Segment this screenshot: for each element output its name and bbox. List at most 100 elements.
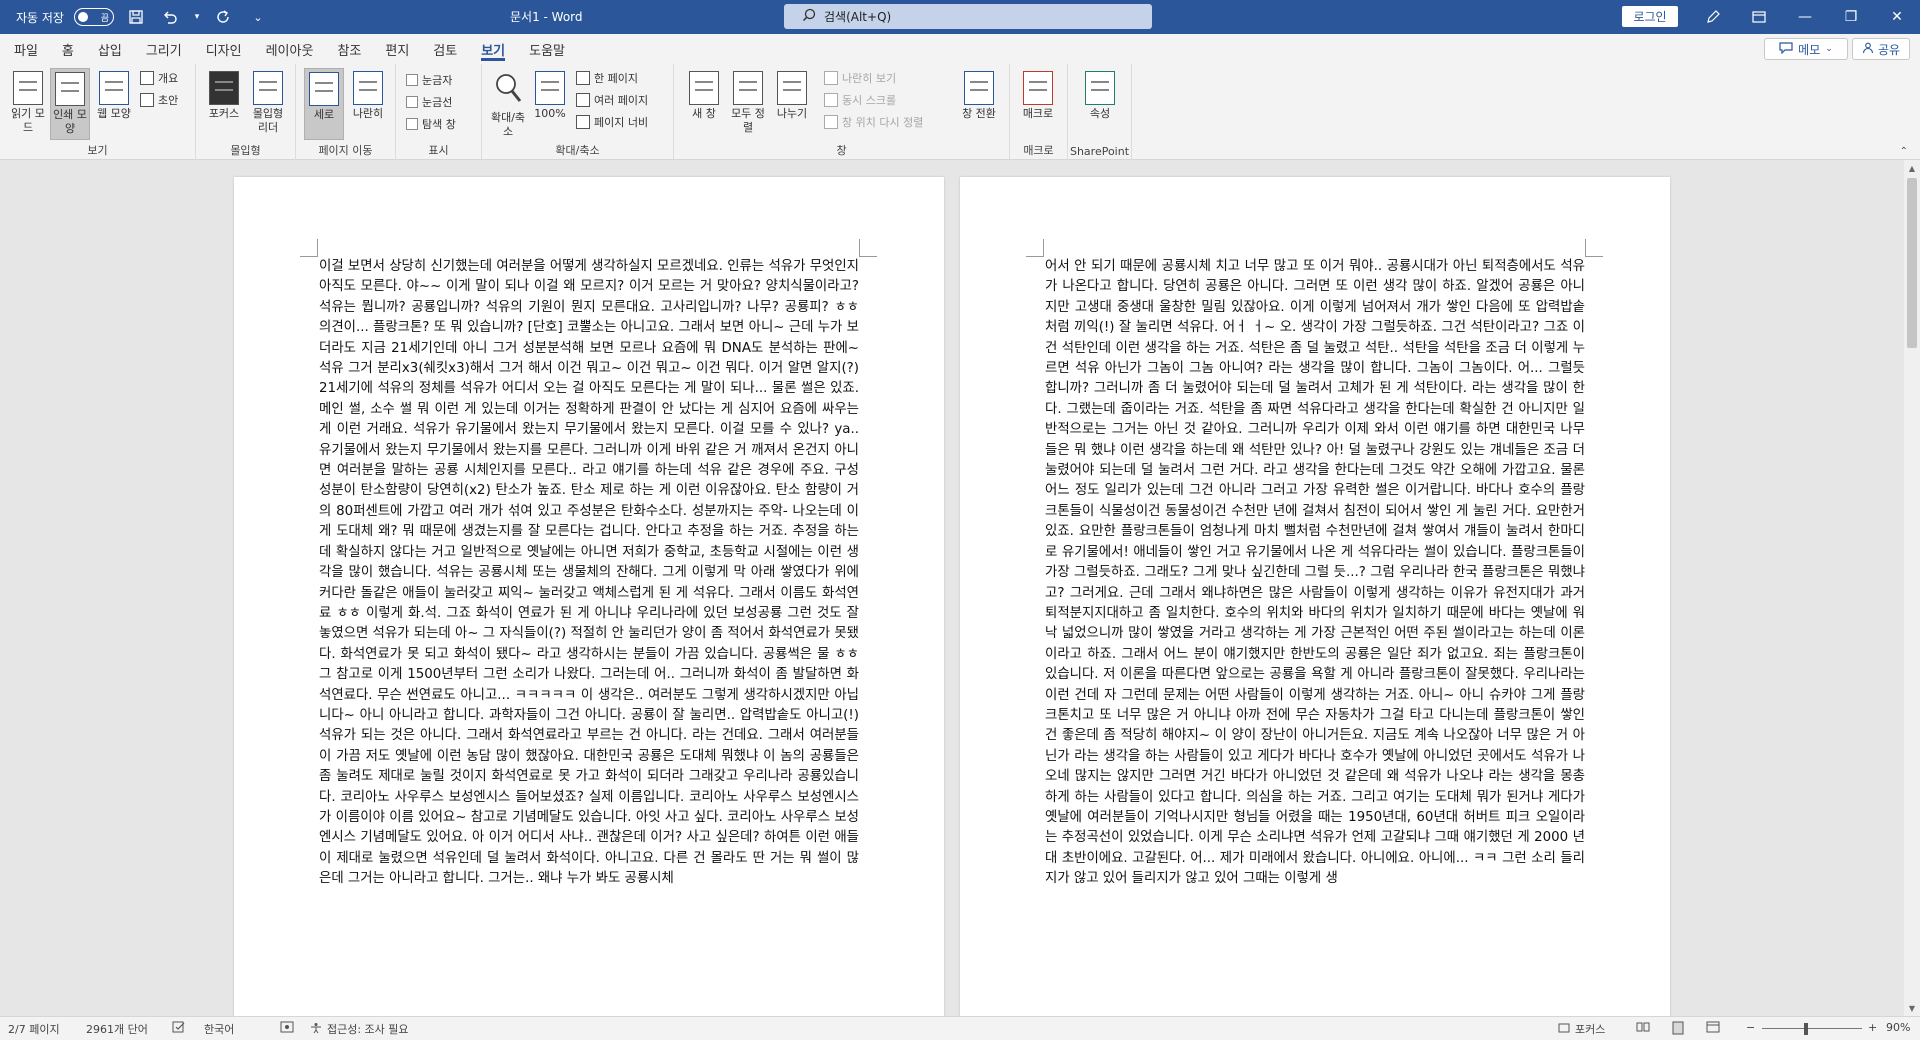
macros-button[interactable]: 매크로 xyxy=(1018,68,1058,140)
save-icon[interactable] xyxy=(124,5,148,29)
login-button[interactable]: 로그인 xyxy=(1622,6,1678,27)
page-count[interactable]: 2/7 페이지 xyxy=(8,1021,60,1037)
memo-label: 메모 xyxy=(1798,42,1821,57)
undo-icon[interactable] xyxy=(158,5,182,29)
minimize-icon[interactable]: — xyxy=(1782,0,1828,34)
side-to-side-button[interactable]: 나란히 xyxy=(348,68,388,140)
properties-button[interactable]: 속성 xyxy=(1080,68,1120,140)
zoom-slider-track[interactable] xyxy=(1762,1028,1862,1029)
zoom-in-icon[interactable]: + xyxy=(1868,1021,1877,1034)
vertical-scrollbar[interactable]: ▲ ▼ xyxy=(1904,160,1920,1016)
customize-qat-icon[interactable]: ⌄ xyxy=(246,5,270,29)
zoom-level[interactable]: 90% xyxy=(1886,1021,1910,1034)
zoom-slider-thumb[interactable] xyxy=(1804,1023,1808,1035)
multiple-pages-icon xyxy=(576,93,590,107)
close-icon[interactable]: ✕ xyxy=(1874,0,1920,34)
pen-icon[interactable] xyxy=(1690,0,1736,34)
print-layout-button[interactable]: 인쇄 모양 xyxy=(50,68,90,140)
immersive-reader-button[interactable]: 몰입형 리더 xyxy=(248,68,288,140)
outline-button[interactable]: 개요 xyxy=(140,68,178,88)
nav-pane-check-icon xyxy=(406,118,418,130)
undo-dropdown-icon[interactable]: ▾ xyxy=(192,5,202,29)
sync-scroll-button[interactable]: 동시 스크롤 xyxy=(824,90,896,110)
focus-button[interactable]: 포커스 xyxy=(204,68,244,140)
autosave-toggle[interactable]: 끔 xyxy=(73,8,114,26)
group-label-zoom: 확대/축소 xyxy=(555,144,600,157)
web-layout-view-icon[interactable] xyxy=(1706,1021,1720,1033)
tab-draw[interactable]: 그리기 xyxy=(134,34,194,64)
macro-record-icon[interactable] xyxy=(280,1021,294,1033)
new-window-icon xyxy=(689,71,719,105)
tab-mailings[interactable]: 편지 xyxy=(373,34,421,64)
macros-icon xyxy=(1023,71,1053,105)
crop-mark-top-left xyxy=(1026,239,1044,257)
accessibility-status[interactable]: 접근성: 조사 필요 xyxy=(310,1021,409,1037)
reset-window-position-label: 창 위치 다시 정렬 xyxy=(842,116,924,129)
group-show: 눈금자 눈금선 탐색 창 표시 xyxy=(396,64,482,160)
tab-view[interactable]: 보기 xyxy=(469,34,517,64)
tab-layout[interactable]: 레이아웃 xyxy=(254,34,326,64)
zoom-100-button[interactable]: 100% xyxy=(530,68,570,140)
collapse-ribbon-icon[interactable]: ⌃ xyxy=(1900,146,1908,157)
scroll-down-icon[interactable]: ▼ xyxy=(1904,1000,1920,1016)
read-mode-view-icon[interactable] xyxy=(1636,1021,1650,1033)
share-button[interactable]: 공유 xyxy=(1852,38,1910,60)
tab-help[interactable]: 도움말 xyxy=(517,34,577,64)
memo-button[interactable]: 메모 ⌄ xyxy=(1764,38,1848,60)
redo-icon[interactable] xyxy=(212,5,236,29)
side-by-side-button[interactable]: 나란히 보기 xyxy=(824,68,896,88)
tab-references[interactable]: 참조 xyxy=(325,34,373,64)
one-page-button[interactable]: 한 페이지 xyxy=(576,68,638,88)
focus-mode-button[interactable]: 포커스 xyxy=(1558,1021,1605,1037)
reset-window-position-button[interactable]: 창 위치 다시 정렬 xyxy=(824,112,923,132)
zoom-out-icon[interactable]: − xyxy=(1746,1021,1755,1034)
quick-access-toolbar: 자동 저장 끔 ▾ ⌄ xyxy=(0,0,270,34)
split-button[interactable]: 나누기 xyxy=(772,68,812,140)
draft-button[interactable]: 초안 xyxy=(140,90,178,110)
tab-design[interactable]: 디자인 xyxy=(194,34,254,64)
web-layout-icon xyxy=(99,71,129,105)
sync-scroll-label: 동시 스크롤 xyxy=(842,94,897,107)
tab-insert[interactable]: 삽입 xyxy=(86,34,134,64)
language[interactable]: 한국어 xyxy=(204,1021,234,1037)
ruler-checkbox[interactable]: 눈금자 xyxy=(406,70,452,90)
nav-pane-checkbox[interactable]: 탐색 창 xyxy=(406,114,456,134)
arrange-all-label: 모두 정렬 xyxy=(731,107,765,134)
page-width-button[interactable]: 페이지 너비 xyxy=(576,112,648,132)
word-count[interactable]: 2961개 단어 xyxy=(86,1021,148,1037)
autosave-label: 자동 저장 xyxy=(16,10,64,25)
ruler-label: 눈금자 xyxy=(422,74,453,87)
restore-icon[interactable]: ❐ xyxy=(1828,0,1874,34)
vertical-label: 세로 xyxy=(313,108,335,121)
read-mode-button[interactable]: 읽기 모드 xyxy=(8,68,48,140)
web-layout-button[interactable]: 웹 모양 xyxy=(94,68,134,140)
scrollbar-thumb[interactable] xyxy=(1907,178,1917,348)
arrange-all-button[interactable]: 모두 정렬 xyxy=(728,68,768,140)
new-window-button[interactable]: 새 창 xyxy=(684,68,724,140)
scroll-up-icon[interactable]: ▲ xyxy=(1904,160,1920,176)
arrange-all-icon xyxy=(733,71,763,105)
tab-home[interactable]: 홈 xyxy=(50,34,86,64)
proofing-icon[interactable] xyxy=(172,1021,186,1033)
tab-file[interactable]: 파일 xyxy=(2,34,50,64)
vertical-button[interactable]: 세로 xyxy=(304,68,344,140)
multiple-pages-button[interactable]: 여러 페이지 xyxy=(576,90,648,110)
zoom-button[interactable]: 확대/축소 xyxy=(488,68,528,140)
zoom-magnifier-icon xyxy=(493,71,523,109)
document-title: 문서1 - Word xyxy=(510,10,583,24)
comment-icon xyxy=(1779,41,1793,57)
ribbon-display-icon[interactable] xyxy=(1736,0,1782,34)
page-body-text[interactable]: 어서 안 되기 때문에 공룡시체 치고 너무 많고 또 이거 뭐야.. 공룡시대… xyxy=(1045,257,1585,890)
search-box[interactable]: 검색(Alt+Q) xyxy=(784,4,1152,29)
zoom-100-label: 100% xyxy=(534,107,566,120)
print-layout-view-icon[interactable] xyxy=(1672,1021,1684,1035)
gridlines-checkbox[interactable]: 눈금선 xyxy=(406,92,452,112)
title-bar: 자동 저장 끔 ▾ ⌄ 문서1 - Word 검색(Alt+Q) 로그인 — ❐… xyxy=(0,0,1920,34)
group-label-show: 표시 xyxy=(428,144,449,157)
page-body-text[interactable]: 이걸 보면서 상당히 신기했는데 여러분을 어떻게 생각하실지 모르겠네요. 인… xyxy=(319,257,859,890)
page-width-icon xyxy=(576,115,590,129)
split-icon xyxy=(777,71,807,105)
switch-window-button[interactable]: 창 전환 xyxy=(956,68,1002,140)
tab-review[interactable]: 검토 xyxy=(421,34,469,64)
group-label-views: 보기 xyxy=(87,144,108,157)
